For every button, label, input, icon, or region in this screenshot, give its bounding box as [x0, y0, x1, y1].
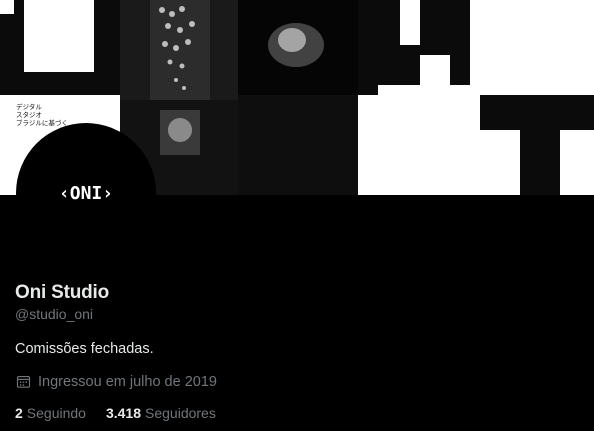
followers-label: Seguidores: [145, 405, 216, 421]
caption-line: デジタル: [16, 103, 42, 111]
following-link[interactable]: 2 Seguindo: [15, 405, 86, 421]
banner-caption: デジタル スタジオ ブラジルに基づく: [16, 103, 68, 127]
following-label: Seguindo: [26, 405, 86, 421]
oni-logo: ‹ONI›: [59, 183, 113, 203]
profile-name: Oni Studio: [15, 282, 110, 303]
profile-bio: Comissões fechadas.: [15, 341, 154, 357]
joined-date: Ingressou em julho de 2019: [15, 373, 217, 390]
caption-line: ブラジルに基づく: [16, 119, 68, 127]
logo-text: ‹ONI›: [59, 183, 113, 203]
caption-line: スタジオ: [16, 111, 42, 119]
joined-label: Ingressou em julho de 2019: [38, 373, 217, 390]
follow-stats: 2 Seguindo 3.418 Seguidores: [15, 405, 216, 421]
following-count: 2: [15, 405, 23, 421]
profile-handle: @studio_oni: [15, 306, 94, 322]
followers-link[interactable]: 3.418 Seguidores: [106, 405, 216, 421]
calendar-icon: [16, 375, 31, 388]
followers-count: 3.418: [105, 405, 142, 421]
